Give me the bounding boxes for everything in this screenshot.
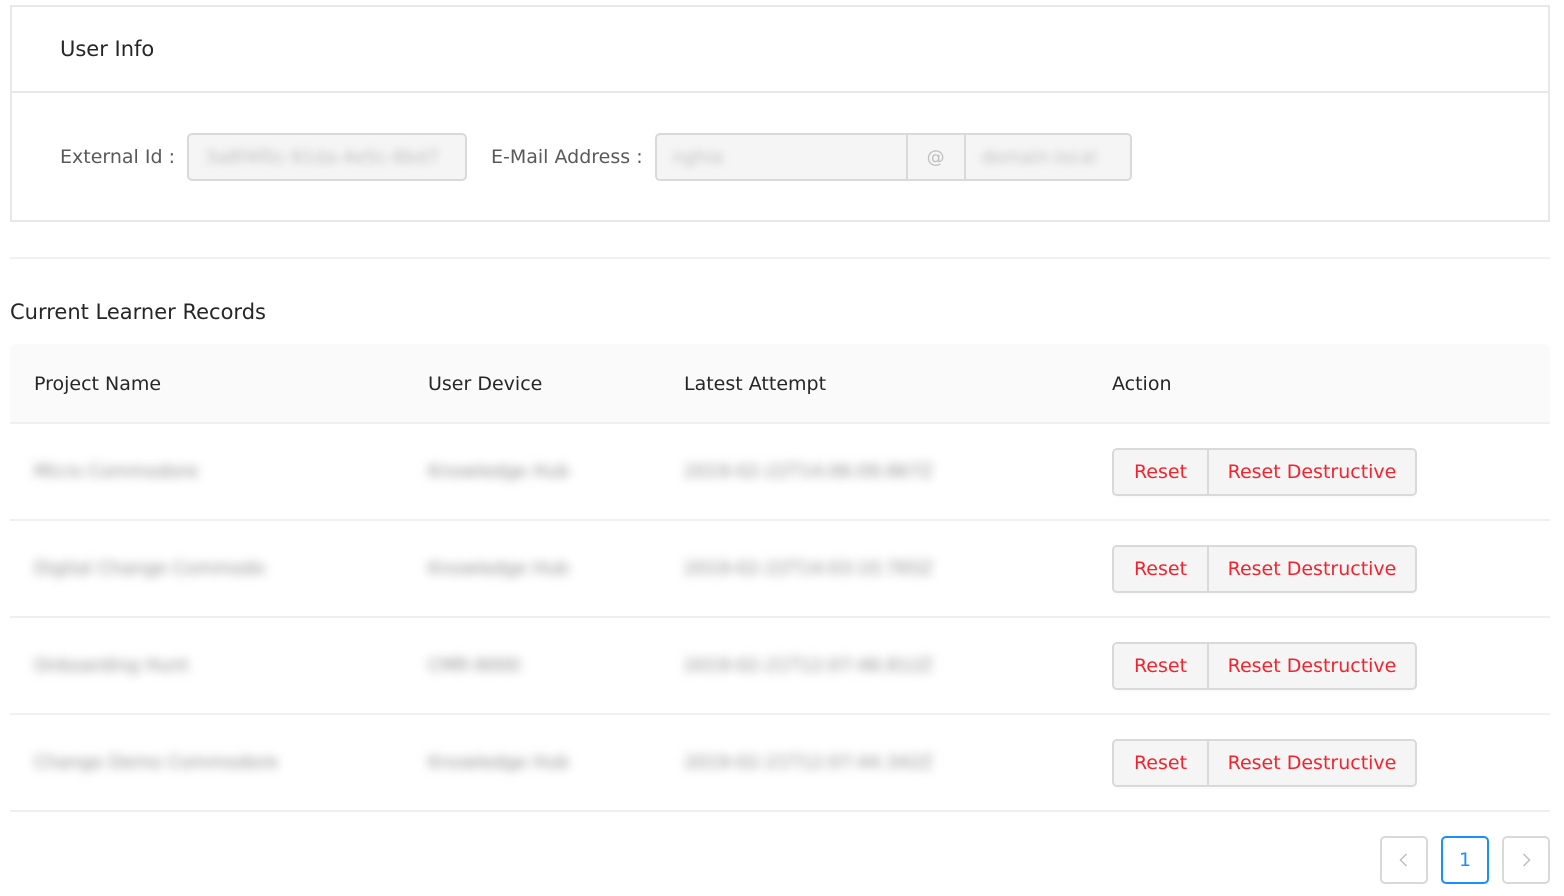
reset-destructive-button[interactable]: Reset Destructive	[1209, 740, 1415, 785]
table-body: Micro Commodore Knowledge Hub 2019-02-22…	[10, 424, 1550, 812]
reset-button[interactable]: Reset	[1114, 643, 1209, 688]
column-user-device: User Device	[428, 373, 543, 395]
column-action: Action	[1112, 373, 1172, 395]
action-button-group: Reset Reset Destructive	[1112, 447, 1417, 496]
reset-button[interactable]: Reset	[1114, 546, 1209, 591]
records-title: Current Learner Records	[10, 300, 266, 324]
reset-destructive-button[interactable]: Reset Destructive	[1209, 643, 1415, 688]
section-divider	[10, 257, 1550, 259]
cell-project-name: Digital Change Commodo	[34, 558, 265, 579]
cell-latest-attempt: 2019-02-21T12:07:44.342Z	[684, 752, 933, 773]
cell-latest-attempt: 2019-02-21T12:07:48.812Z	[684, 655, 933, 676]
page-1-button[interactable]: 1	[1441, 836, 1489, 884]
cell-action: Reset Reset Destructive	[1112, 618, 1417, 713]
action-button-group: Reset Reset Destructive	[1112, 738, 1417, 787]
cell-user-device: Knowledge Hub	[428, 461, 570, 482]
email-domain-input[interactable]: domain.local	[966, 135, 1130, 179]
cell-latest-attempt: 2019-02-22T14:03:10.765Z	[684, 558, 933, 579]
prev-page-button[interactable]	[1380, 836, 1428, 884]
email-input-group: nghia @ domain.local	[654, 133, 1132, 181]
reset-destructive-button[interactable]: Reset Destructive	[1209, 546, 1415, 591]
cell-project-name: Micro Commodore	[34, 461, 199, 482]
cell-action: Reset Reset Destructive	[1112, 715, 1417, 810]
email-user-input[interactable]: nghia	[657, 135, 908, 179]
cell-project-name: Change Demo Commodore	[34, 752, 279, 773]
table-row: Digital Change Commodo Knowledge Hub 201…	[10, 521, 1550, 618]
table-row: Micro Commodore Knowledge Hub 2019-02-22…	[10, 424, 1550, 521]
table-row: Onboarding Hunt CMR-9000 2019-02-21T12:0…	[10, 618, 1550, 715]
learner-records-table: Project Name User Device Latest Attempt …	[10, 344, 1550, 812]
reset-destructive-button[interactable]: Reset Destructive	[1209, 449, 1415, 494]
external-id-label: External Id :	[60, 146, 175, 168]
table-row: Change Demo Commodore Knowledge Hub 2019…	[10, 715, 1550, 812]
external-id-value: 3a8f4f0c-91da-4e5c-8bd7	[205, 146, 439, 168]
user-info-form: External Id : 3a8f4f0c-91da-4e5c-8bd7 E-…	[60, 133, 1132, 181]
email-at-addon: @	[908, 135, 966, 179]
column-project-name: Project Name	[34, 373, 162, 395]
chevron-left-icon	[1399, 853, 1408, 867]
card-header: User Info	[12, 7, 1548, 93]
cell-user-device: Knowledge Hub	[428, 752, 570, 773]
cell-latest-attempt: 2019-02-22T14:06:09.867Z	[684, 461, 933, 482]
table-header: Project Name User Device Latest Attempt …	[10, 344, 1550, 424]
reset-button[interactable]: Reset	[1114, 449, 1209, 494]
action-button-group: Reset Reset Destructive	[1112, 544, 1417, 593]
card-body: External Id : 3a8f4f0c-91da-4e5c-8bd7 E-…	[12, 93, 1548, 222]
email-label: E-Mail Address :	[491, 146, 643, 168]
chevron-right-icon	[1522, 853, 1531, 867]
column-latest-attempt: Latest Attempt	[684, 373, 827, 395]
external-id-input[interactable]: 3a8f4f0c-91da-4e5c-8bd7	[187, 133, 467, 181]
next-page-button[interactable]	[1502, 836, 1550, 884]
reset-button[interactable]: Reset	[1114, 740, 1209, 785]
cell-user-device: Knowledge Hub	[428, 558, 570, 579]
cell-action: Reset Reset Destructive	[1112, 521, 1417, 616]
cell-project-name: Onboarding Hunt	[34, 655, 189, 676]
card-title: User Info	[60, 37, 155, 61]
cell-user-device: CMR-9000	[428, 655, 521, 676]
action-button-group: Reset Reset Destructive	[1112, 641, 1417, 690]
user-info-card: User Info External Id : 3a8f4f0c-91da-4e…	[10, 5, 1550, 222]
pagination: 1	[1380, 836, 1550, 884]
cell-action: Reset Reset Destructive	[1112, 424, 1417, 519]
